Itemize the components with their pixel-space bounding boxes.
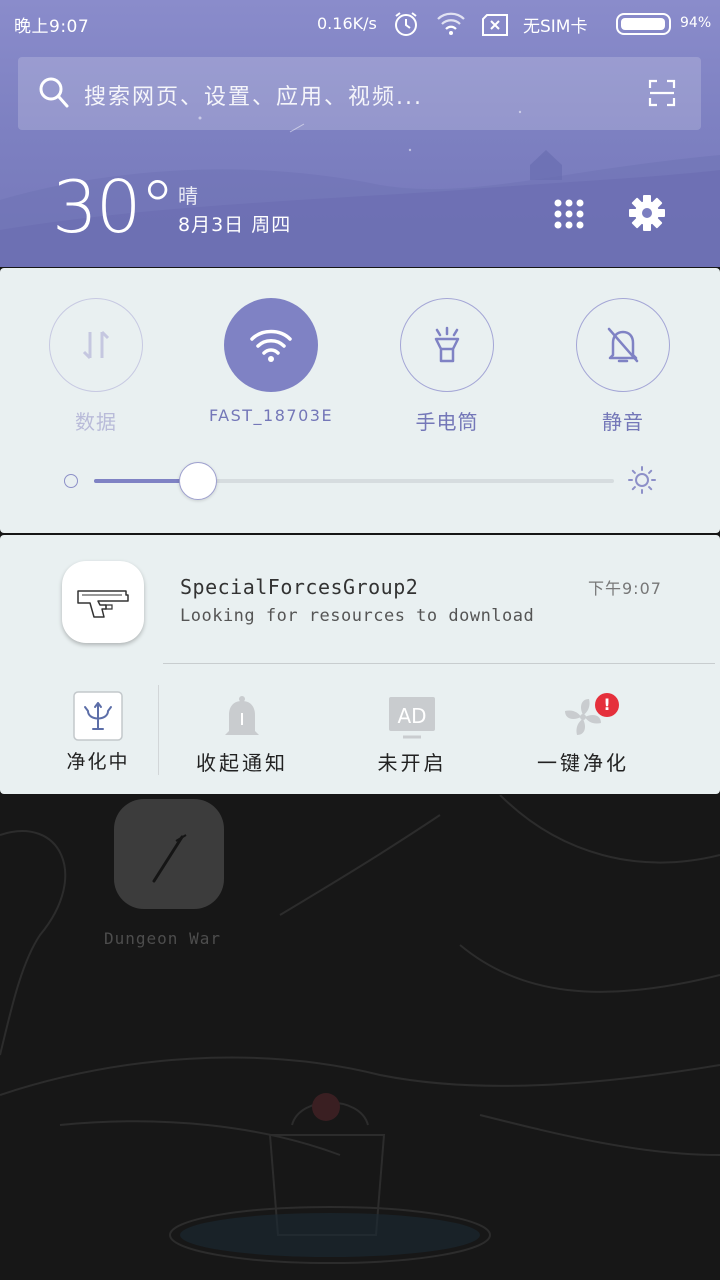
wifi-icon <box>250 329 292 362</box>
temperature: 30° <box>52 165 176 249</box>
notification-card[interactable]: SpecialForcesGroup2 下午9:07 Looking for r… <box>0 535 720 794</box>
toggle-flashlight[interactable]: 手电筒 <box>372 298 522 435</box>
toggle-wifi[interactable]: FAST_18703E <box>196 298 346 425</box>
toggle-mobile-data-label: 数据 <box>75 410 117 434</box>
brightness-slider[interactable] <box>94 462 614 500</box>
alarm-icon <box>395 12 417 36</box>
toggle-mobile-data[interactable]: 数据 <box>21 298 171 435</box>
search-placeholder: 搜索网页、设置、应用、视频... <box>84 85 423 110</box>
battery-percent: 94% <box>680 15 712 31</box>
alert-badge: ! <box>595 693 619 717</box>
toggle-flashlight-circle[interactable] <box>400 298 494 392</box>
quick-settings-panel: 数据 FAST_18703E 手电筒 静音 <box>0 268 720 533</box>
app-icon[interactable] <box>62 561 144 643</box>
brightness-slider-thumb[interactable] <box>179 462 217 500</box>
action-divider <box>158 685 159 775</box>
gear-icon[interactable] <box>628 194 666 232</box>
battery-icon <box>616 13 671 35</box>
toggle-wifi-label: FAST_18703E <box>208 406 334 425</box>
action-collapse-notifications[interactable]: 收起通知 <box>182 689 302 776</box>
search-icon <box>39 77 69 108</box>
search-bar[interactable]: 搜索网页、设置、应用、视频... <box>18 57 701 130</box>
wallpaper-illustration <box>0 795 720 1264</box>
brightness-high-icon <box>628 466 656 494</box>
toggle-wifi-circle[interactable] <box>224 298 318 392</box>
scan-icon[interactable] <box>648 79 676 107</box>
toggle-mute[interactable]: 静音 <box>548 298 698 435</box>
home-screen-background: Dungeon War <box>0 795 720 1280</box>
notification-divider <box>163 663 715 664</box>
action-ad-block-label: 未开启 <box>377 751 447 775</box>
dungeon-war-app-icon[interactable] <box>114 799 224 909</box>
status-bar: 晚上9:07 0.16K/s 无SIM卡 94% <box>0 0 720 46</box>
notification-title: SpecialForcesGroup2 <box>180 575 419 599</box>
toggle-mute-label: 静音 <box>602 410 644 434</box>
date-label: 8月3日 周四 <box>178 214 292 236</box>
network-speed: 0.16K/s <box>317 14 377 33</box>
mute-bell-icon <box>607 327 639 363</box>
status-time: 晚上9:07 <box>14 17 90 37</box>
pistol-icon <box>77 590 129 618</box>
toggle-mute-circle[interactable] <box>576 298 670 392</box>
brightness-low-icon <box>64 474 78 488</box>
notification-body: Looking for resources to download <box>180 606 535 626</box>
action-purifying-label: 净化中 <box>66 751 130 773</box>
no-sim-icon <box>482 14 508 36</box>
sim-status: 无SIM卡 <box>523 17 588 37</box>
svg-text:AD: AD <box>397 704 426 728</box>
action-one-click-clean-label: 一键净化 <box>537 751 629 775</box>
notification-shade-header: 晚上9:07 0.16K/s 无SIM卡 94% 搜索网页、设置、应用、视频..… <box>0 0 720 267</box>
notification-time: 下午9:07 <box>588 579 662 598</box>
trident-icon <box>73 691 123 741</box>
app-grid-icon[interactable] <box>553 198 585 230</box>
action-one-click-clean[interactable]: ! 一键净化 <box>528 689 638 776</box>
ad-icon: AD <box>389 697 435 739</box>
toggle-mobile-data-circle[interactable] <box>49 298 143 392</box>
bell-icon <box>225 696 259 735</box>
dungeon-war-app-label: Dungeon War <box>104 929 221 948</box>
weather-condition: 晴 <box>178 184 198 208</box>
action-collapse-label: 收起通知 <box>196 751 288 775</box>
mobile-data-icon <box>82 330 110 360</box>
wifi-icon <box>437 12 465 35</box>
toggle-flashlight-label: 手电筒 <box>415 410 479 434</box>
flashlight-icon <box>434 326 460 363</box>
action-purifying[interactable]: 净化中 <box>58 689 138 774</box>
sword-icon <box>152 834 187 883</box>
action-ad-block[interactable]: AD 未开启 <box>362 689 462 776</box>
